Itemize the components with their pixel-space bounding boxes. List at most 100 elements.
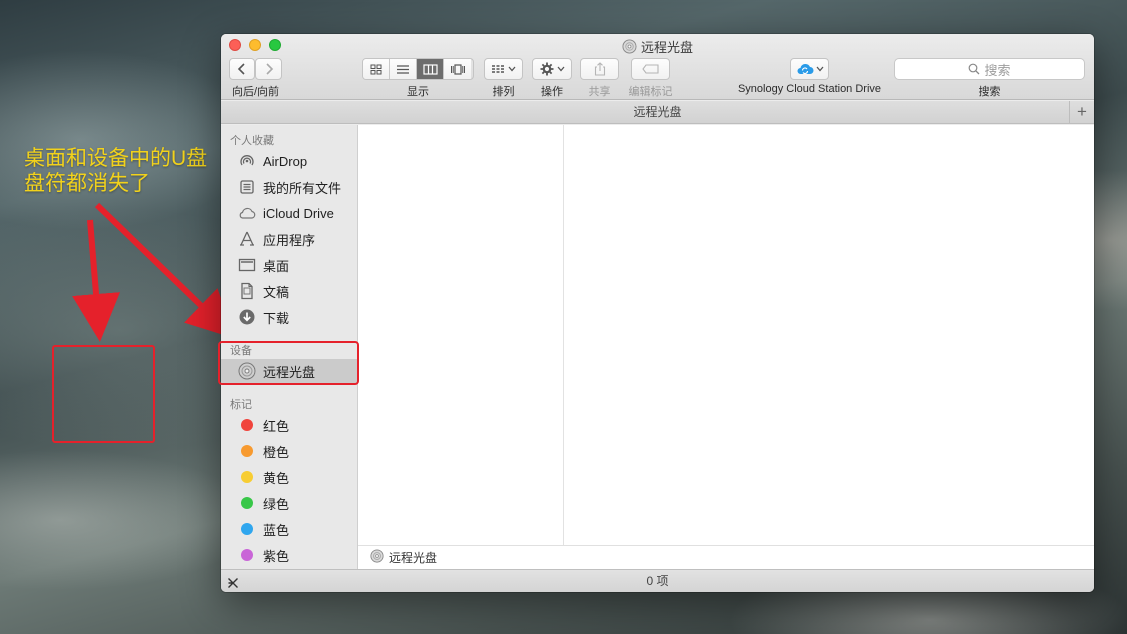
plus-icon: + xyxy=(1077,102,1087,121)
chevron-right-icon xyxy=(265,63,273,75)
optical-disc-icon xyxy=(622,39,637,57)
item-count: 0 项 xyxy=(646,574,669,588)
column-browser[interactable] xyxy=(358,125,1094,545)
sidebar-item-label: 紫色 xyxy=(263,548,290,564)
column-divider[interactable] xyxy=(563,125,564,545)
sidebar-tag-blue[interactable]: 蓝色 xyxy=(221,517,358,541)
tab-bar: 远程光盘 + xyxy=(221,101,1094,124)
chevron-down-icon xyxy=(508,66,516,72)
annotation-arrow-down xyxy=(72,219,120,342)
grid-icon xyxy=(370,64,382,74)
synology-cloud-button[interactable] xyxy=(790,58,829,80)
sidebar-item-label: 下载 xyxy=(263,310,290,326)
search-placeholder: 搜索 xyxy=(984,62,1011,78)
arrange-grid-icon xyxy=(492,65,504,73)
share-icon xyxy=(594,62,605,76)
column-view-button[interactable] xyxy=(417,59,444,79)
sidebar-tag-purple[interactable]: 紫色 xyxy=(221,543,358,567)
download-icon xyxy=(237,308,257,326)
edit-tags-label: 编辑标记 xyxy=(628,86,673,98)
forward-button[interactable] xyxy=(255,58,282,80)
search-label: 搜索 xyxy=(978,86,1001,98)
sidebar-tag-red[interactable]: 红色 xyxy=(221,413,358,437)
tag-icon xyxy=(641,64,659,74)
status-bar: 0 项 xyxy=(221,569,1094,592)
view-label: 显示 xyxy=(407,86,429,98)
sidebar-item-icloud-drive[interactable]: iCloud Drive xyxy=(221,201,358,225)
sidebar-item-label: 文稿 xyxy=(263,284,290,300)
arrange-label: 排列 xyxy=(492,86,515,98)
sidebar-item-downloads[interactable]: 下载 xyxy=(221,305,358,329)
sidebar-item-label: 桌面 xyxy=(263,258,290,274)
sidebar-item-airdrop[interactable]: AirDrop xyxy=(221,149,358,173)
edit-tags-button[interactable] xyxy=(631,58,670,80)
synology-cloud-label: Synology Cloud Station Drive xyxy=(737,83,882,95)
view-switcher[interactable] xyxy=(362,58,474,80)
path-bar: 远程光盘 xyxy=(358,545,1094,569)
purple-tag-dot-icon xyxy=(241,549,253,561)
sidebar-item-all-files[interactable]: 我的所有文件 xyxy=(221,175,358,199)
list-icon xyxy=(397,64,409,74)
sidebar-item-label: 红色 xyxy=(263,418,290,434)
annotation-arrow-right xyxy=(94,202,236,339)
synology-cloud-icon xyxy=(797,63,813,75)
all-files-icon xyxy=(237,178,257,196)
finder-window: 远程光盘 向后/向前 显示 排列 操作 共享 编辑标记 Synology Clo… xyxy=(221,34,1094,592)
share-label: 共享 xyxy=(588,86,611,98)
sidebar-item-label: 绿色 xyxy=(263,496,290,512)
airdrop-icon xyxy=(237,152,257,170)
tab-title[interactable]: 远程光盘 xyxy=(633,105,681,119)
orange-tag-dot-icon xyxy=(241,445,253,457)
yellow-tag-dot-icon xyxy=(241,471,253,483)
sidebar-tag-yellow[interactable]: 黄色 xyxy=(221,465,358,489)
new-tab-button[interactable]: + xyxy=(1069,101,1094,124)
path-bar-item[interactable]: 远程光盘 xyxy=(389,549,437,566)
sidebar-tag-green[interactable]: 绿色 xyxy=(221,491,358,515)
arrange-button[interactable] xyxy=(484,58,523,80)
chevron-left-icon xyxy=(237,63,245,75)
desktop-icon xyxy=(237,256,257,274)
back-forward-label: 向后/向前 xyxy=(231,86,280,98)
cover-flow-view-button[interactable] xyxy=(444,59,471,79)
share-button[interactable] xyxy=(580,58,619,80)
sidebar-item-applications[interactable]: 应用程序 xyxy=(221,227,358,251)
chevron-down-icon xyxy=(557,66,564,72)
window-title-text: 远程光盘 xyxy=(640,40,693,55)
search-icon xyxy=(969,63,980,75)
columns-icon xyxy=(422,63,438,75)
hide-sidebar-icon[interactable] xyxy=(227,574,239,592)
sidebar-item-label: 应用程序 xyxy=(263,232,316,248)
sidebar-item-label: 我的所有文件 xyxy=(263,180,342,196)
annotation-highlight-box xyxy=(52,345,155,443)
document-icon xyxy=(237,282,257,300)
icon-view-button[interactable] xyxy=(363,59,390,79)
blue-tag-dot-icon xyxy=(241,523,253,535)
cloud-icon xyxy=(237,204,257,222)
chevron-down-icon xyxy=(816,66,823,72)
sidebar-item-label: AirDrop xyxy=(263,153,308,169)
annotation-text: 桌面和设备中的U盘盘符都消失了 xyxy=(24,147,208,195)
gear-icon xyxy=(540,62,553,76)
applications-icon xyxy=(237,230,257,248)
back-button[interactable] xyxy=(229,58,255,80)
action-label: 操作 xyxy=(541,86,563,98)
red-tag-dot-icon xyxy=(241,419,253,431)
action-button[interactable] xyxy=(532,58,572,80)
annotation-device-highlight xyxy=(218,341,359,385)
tags-header: 标记 xyxy=(230,399,252,411)
list-view-button[interactable] xyxy=(390,59,417,79)
sidebar-item-label: 橙色 xyxy=(263,444,290,460)
sidebar-tag-orange[interactable]: 橙色 xyxy=(221,439,358,463)
window-title: 远程光盘 xyxy=(221,37,1094,57)
sidebar-item-label: 黄色 xyxy=(263,470,290,486)
favorites-header: 个人收藏 xyxy=(230,135,274,147)
green-tag-dot-icon xyxy=(241,497,253,509)
sidebar-item-documents[interactable]: 文稿 xyxy=(221,279,358,303)
sidebar-item-label: iCloud Drive xyxy=(263,205,334,221)
cover-flow-icon xyxy=(450,63,465,75)
sidebar-item-label: 蓝色 xyxy=(263,522,290,538)
search-input[interactable]: 搜索 xyxy=(894,58,1085,80)
optical-disc-icon xyxy=(370,549,384,566)
sidebar-item-desktop[interactable]: 桌面 xyxy=(221,253,358,277)
toolbar: 远程光盘 向后/向前 显示 排列 操作 共享 编辑标记 Synology Clo… xyxy=(221,34,1094,100)
